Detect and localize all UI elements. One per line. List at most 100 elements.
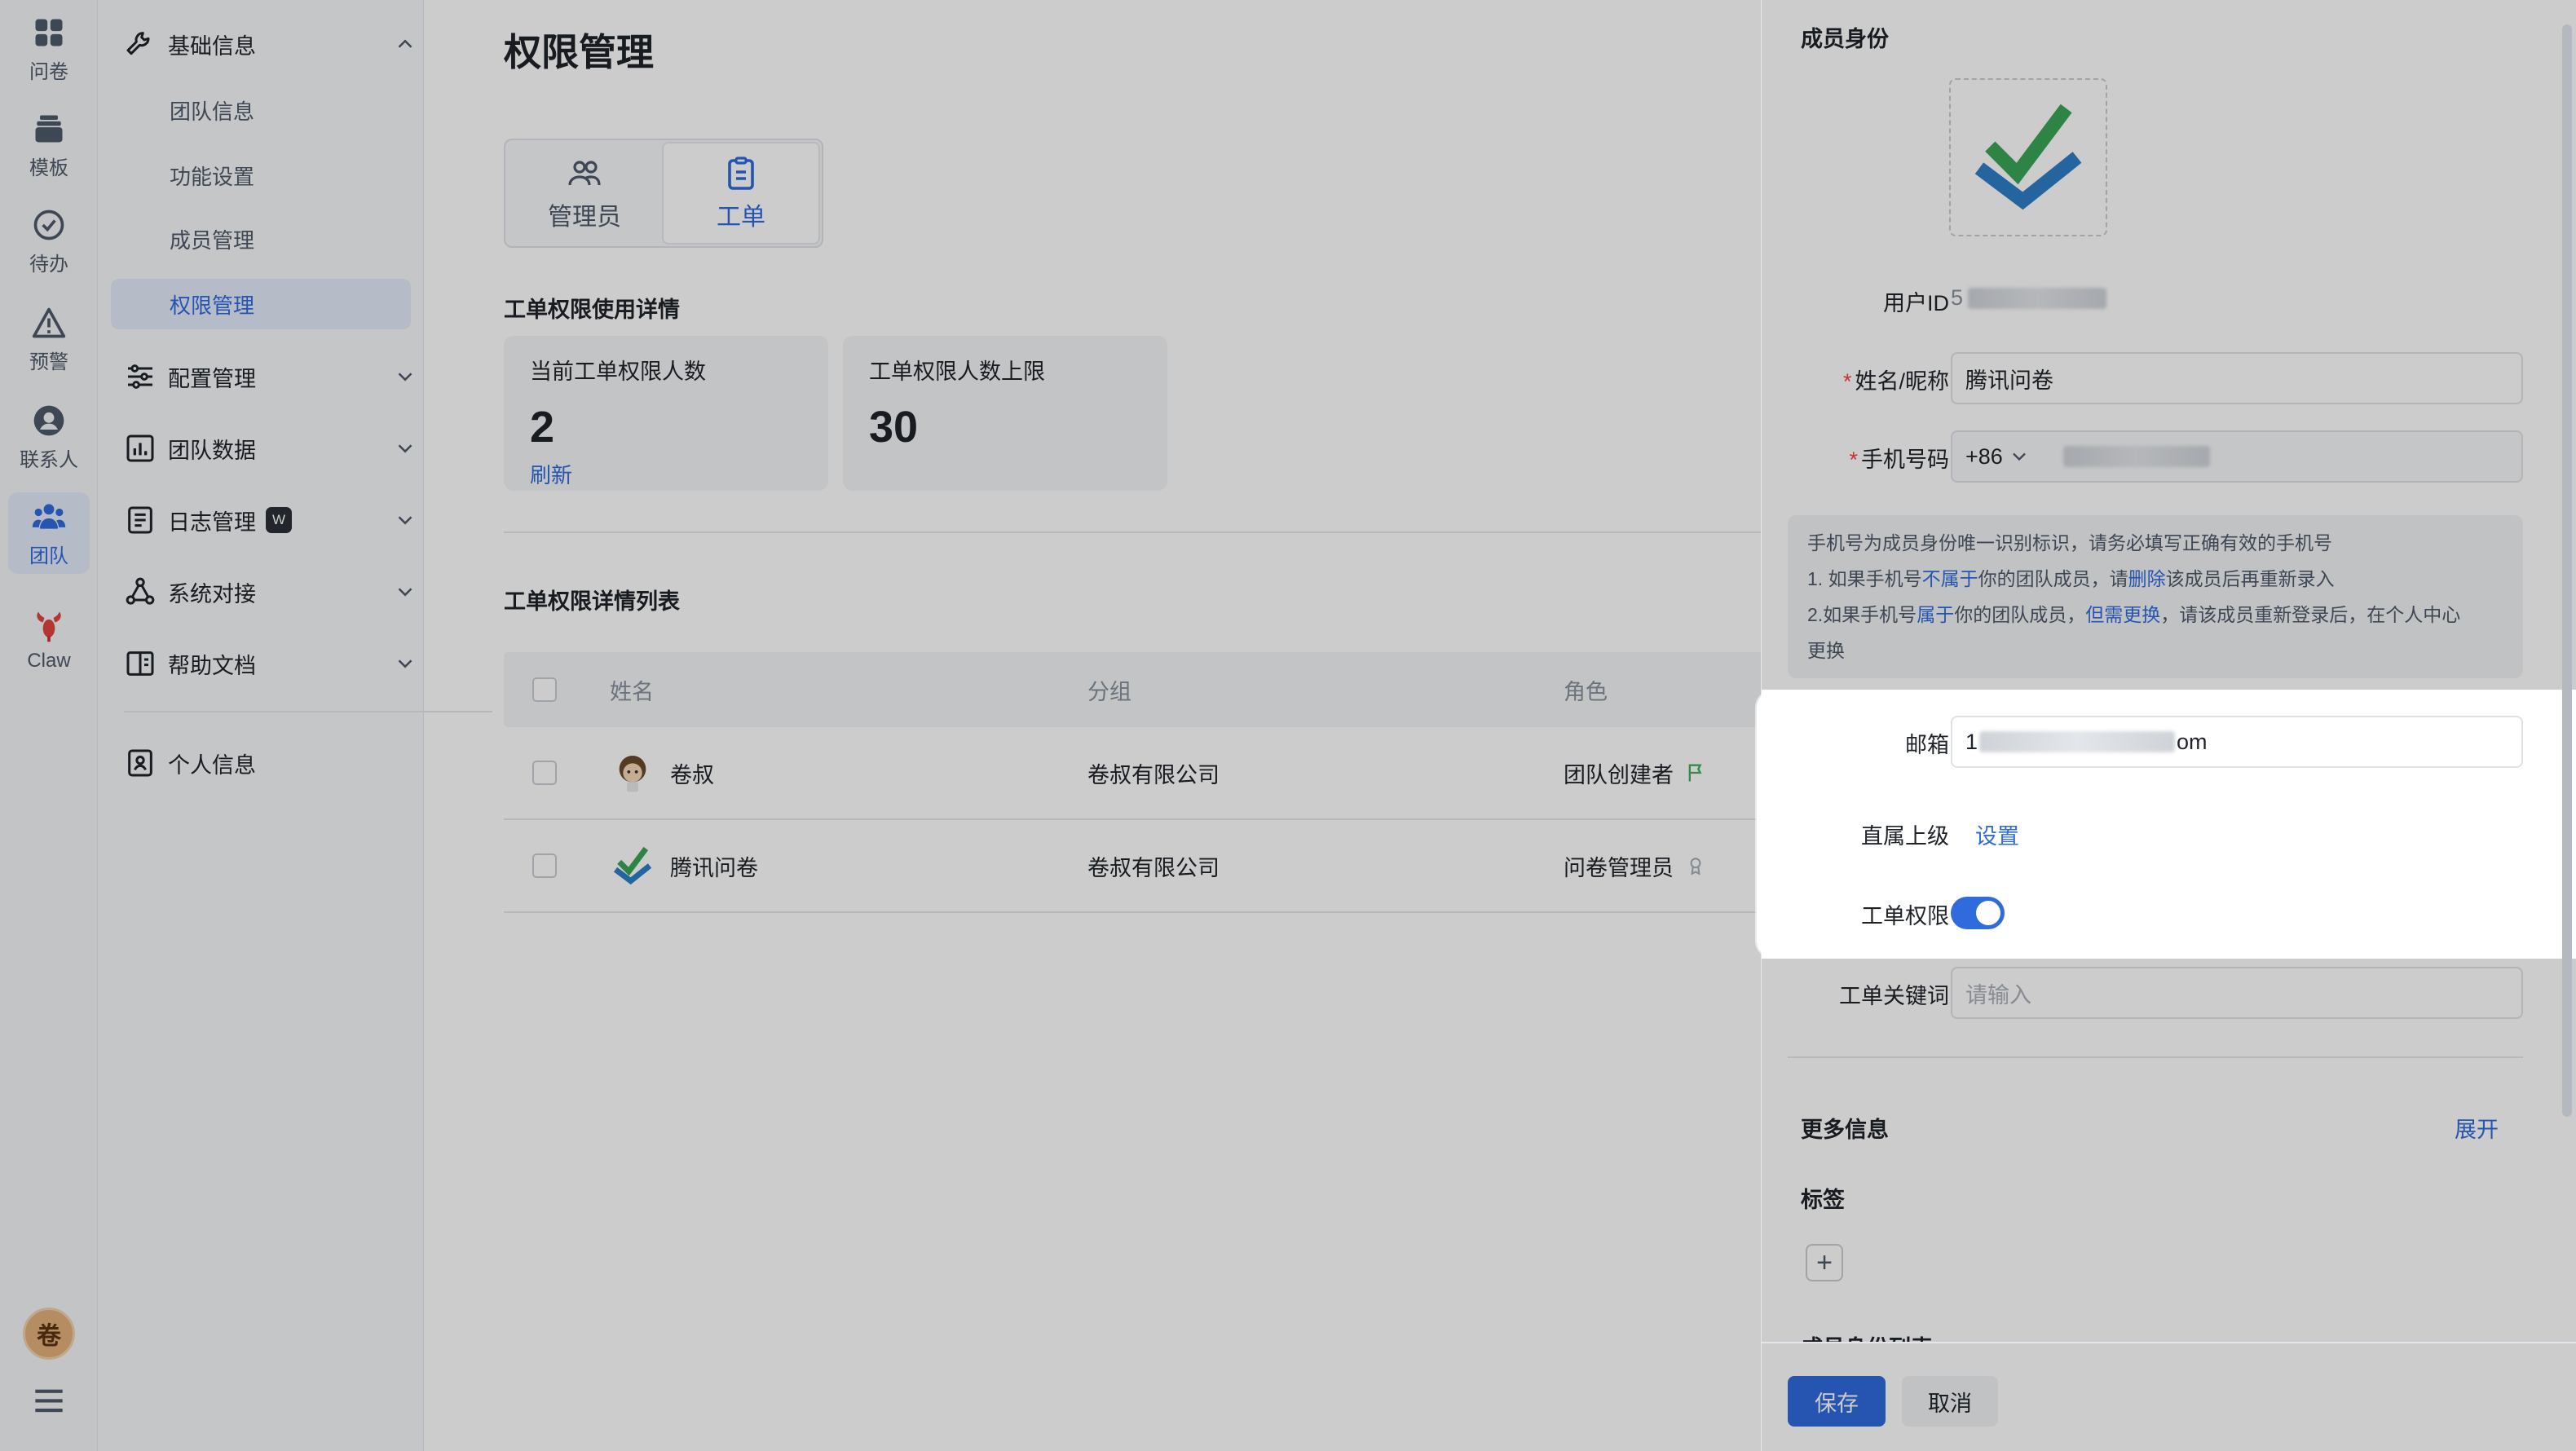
- select-all-checkbox[interactable]: [532, 677, 557, 702]
- nav-group-label: 日志管理: [168, 509, 256, 535]
- phone-label: * 手机号码: [1849, 448, 1949, 472]
- page-title: 权限管理: [504, 31, 654, 73]
- rail-item-questionnaire[interactable]: 问卷: [0, 8, 98, 90]
- user-id-value: 5: [1951, 285, 2107, 311]
- row-name: 腾讯问卷: [670, 855, 758, 880]
- warning-icon: [32, 307, 66, 337]
- id-card-icon: [128, 749, 152, 777]
- rail-item-contacts[interactable]: 联系人: [0, 396, 98, 478]
- people-icon: [568, 161, 601, 186]
- rail-item-todo[interactable]: 待办: [0, 201, 98, 282]
- chevron-down-icon: [398, 588, 412, 597]
- row-group: 卷叔有限公司: [1087, 855, 1220, 880]
- tab-admin[interactable]: 管理员: [507, 142, 662, 245]
- log-list-icon: [128, 506, 152, 534]
- nav-item-feature-settings[interactable]: 功能设置: [111, 150, 411, 201]
- row-checkbox[interactable]: [532, 853, 557, 878]
- list-section-title: 工单权限详情列表: [504, 589, 680, 614]
- stat-card-current: 当前工单权限人数 2 刷新: [504, 336, 828, 491]
- vip-badge: W: [266, 507, 292, 533]
- wrench-icon: [126, 32, 150, 55]
- rail-item-template[interactable]: 模板: [0, 104, 98, 186]
- ticket-permission-toggle[interactable]: [1951, 897, 2005, 929]
- rail-label: 预警: [29, 351, 68, 373]
- usage-section-title: 工单权限使用详情: [504, 298, 680, 322]
- nav-item-permission-management[interactable]: 权限管理: [111, 279, 411, 329]
- settings-nav: 基础信息 团队信息 功能设置 成员管理 权限管理 配置管理 团队数据 日志管理 …: [98, 0, 492, 1451]
- chevron-down-icon: [398, 373, 412, 381]
- rail-item-claw[interactable]: Claw: [0, 600, 98, 681]
- rail-label: Claw: [27, 650, 71, 672]
- phone-notice: 手机号为成员身份唯一识别标识，请务必填写正确有效的手机号 1. 如果手机号不属于…: [1788, 515, 2523, 678]
- ticket-keyword-label: 工单关键词: [1839, 984, 1949, 1008]
- flag-icon: [1688, 764, 1702, 782]
- tab-ticket[interactable]: 工单: [662, 142, 820, 245]
- award-icon: [1690, 858, 1701, 875]
- stack-icon: [35, 115, 63, 142]
- chevron-up-icon: [398, 39, 412, 48]
- identity-title: 成员身份: [1801, 27, 1889, 51]
- set-superior-link[interactable]: 设置: [1975, 818, 2019, 850]
- nav-group-label: 帮助文档: [168, 653, 256, 678]
- chevron-down-icon: [2012, 452, 2026, 461]
- sliders-icon: [128, 364, 152, 389]
- phone-input[interactable]: +86: [1951, 430, 2523, 483]
- rail-label: 待办: [29, 253, 68, 276]
- table-header: 姓名 分组 角色: [504, 652, 1971, 727]
- column-header-group: 分组: [1087, 679, 1131, 704]
- row-role: 问卷管理员: [1564, 855, 1674, 880]
- drawer-scrollbar[interactable]: [2556, 0, 2576, 1342]
- app-rail: 问卷 模板 待办 预警 联系人 团队 Claw 卷: [0, 0, 98, 1451]
- stat-label: 工单权限人数上限: [869, 359, 1045, 384]
- tab-label: 管理员: [548, 204, 621, 231]
- row-role: 团队创建者: [1564, 762, 1674, 787]
- chevron-down-icon: [398, 444, 412, 453]
- drawer-footer: 保存 取消: [1762, 1342, 2576, 1451]
- nav-group-label: 系统对接: [168, 581, 256, 606]
- user-avatar[interactable]: 卷: [23, 1308, 75, 1360]
- name-label: * 姓名/昵称: [1842, 369, 1949, 394]
- table-row: 腾讯问卷 卷叔有限公司 问卷管理员: [504, 820, 1971, 913]
- rail-label: 模板: [29, 157, 68, 179]
- nav-group-label: 个人信息: [168, 752, 256, 778]
- row-checkbox[interactable]: [532, 761, 557, 785]
- chevron-down-icon: [398, 516, 412, 525]
- check-circle-icon: [33, 209, 64, 240]
- section-divider: [504, 531, 1971, 533]
- nav-group-label: 团队数据: [168, 438, 256, 463]
- permission-tabs: 管理员 工单: [504, 139, 823, 248]
- cancel-button[interactable]: 取消: [1902, 1376, 1998, 1427]
- checkmark-logo-avatar: [610, 843, 655, 889]
- tags-title: 标签: [1801, 1188, 1845, 1212]
- save-button[interactable]: 保存: [1788, 1376, 1886, 1427]
- checkmark-logo-icon: [1974, 104, 2082, 210]
- rail-item-alert[interactable]: 预警: [0, 298, 98, 380]
- chevron-down-icon: [398, 659, 412, 668]
- rail-label: 团队: [29, 545, 68, 567]
- contact-icon: [33, 405, 64, 435]
- rail-label: 联系人: [20, 448, 78, 471]
- expand-link[interactable]: 展开: [2455, 1112, 2499, 1144]
- row-name: 卷叔: [670, 762, 714, 787]
- member-edit-drawer: 成员身份 用户ID 5 * 姓名/昵称 腾讯问卷 * 手机号码 +86 手机号为成员…: [1757, 0, 2576, 1451]
- hamburger-menu-icon[interactable]: [33, 1386, 65, 1415]
- team-icon: [32, 503, 66, 529]
- stat-label: 当前工单权限人数: [530, 359, 706, 384]
- row-group: 卷叔有限公司: [1087, 762, 1220, 787]
- scroll-thumb[interactable]: [2562, 24, 2572, 1117]
- grid-icon: [35, 19, 63, 46]
- refresh-link[interactable]: 刷新: [530, 459, 802, 489]
- rail-item-team[interactable]: 团队: [8, 492, 90, 574]
- email-input[interactable]: 1 om: [1951, 716, 2523, 768]
- nav-item-team-info[interactable]: 团队信息: [111, 85, 411, 135]
- ticket-keyword-input[interactable]: 请输入: [1951, 967, 2523, 1019]
- nav-group-label: 配置管理: [168, 366, 256, 391]
- identity-image-upload[interactable]: [1949, 78, 2107, 236]
- stat-value: 2: [530, 403, 555, 452]
- nav-item-member-management[interactable]: 成员管理: [111, 214, 411, 264]
- country-code-select[interactable]: +86: [1965, 444, 2003, 470]
- clipboard-icon: [728, 157, 754, 190]
- nav-group-label: 基础信息: [168, 33, 256, 59]
- name-input[interactable]: 腾讯问卷: [1951, 352, 2523, 404]
- add-tag-button[interactable]: +: [1806, 1244, 1843, 1281]
